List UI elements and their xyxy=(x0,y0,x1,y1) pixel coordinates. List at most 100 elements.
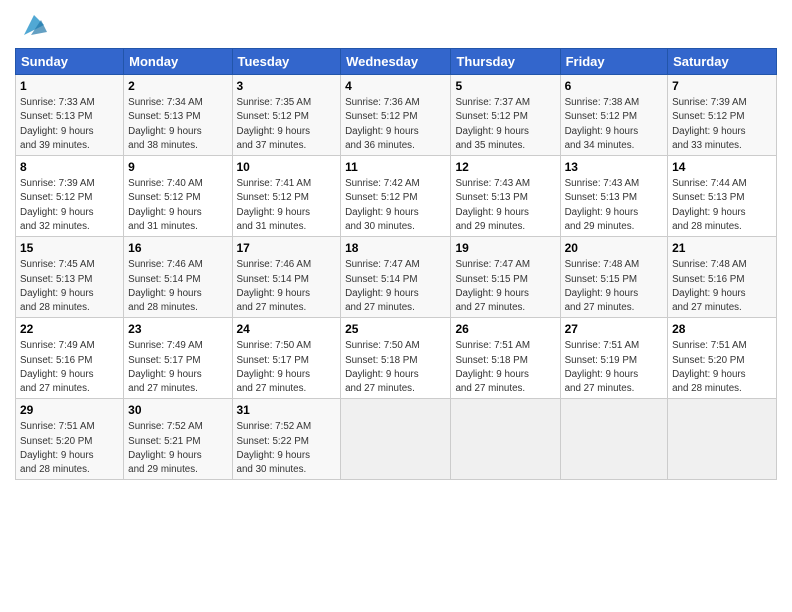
calendar-header-row: SundayMondayTuesdayWednesdayThursdayFrid… xyxy=(16,49,777,75)
day-info: Sunrise: 7:41 AMSunset: 5:12 PMDaylight:… xyxy=(237,178,312,232)
day-cell: 8 Sunrise: 7:39 AMSunset: 5:12 PMDayligh… xyxy=(16,156,124,237)
day-number: 30 xyxy=(128,402,227,418)
day-cell xyxy=(668,399,777,480)
day-number: 15 xyxy=(20,240,119,256)
day-info: Sunrise: 7:43 AMSunset: 5:13 PMDaylight:… xyxy=(455,178,530,232)
day-info: Sunrise: 7:44 AMSunset: 5:13 PMDaylight:… xyxy=(672,178,747,232)
day-number: 26 xyxy=(455,321,555,337)
day-info: Sunrise: 7:52 AMSunset: 5:21 PMDaylight:… xyxy=(128,421,203,475)
day-info: Sunrise: 7:47 AMSunset: 5:15 PMDaylight:… xyxy=(455,259,530,313)
day-number: 22 xyxy=(20,321,119,337)
day-number: 31 xyxy=(237,402,337,418)
day-cell: 9 Sunrise: 7:40 AMSunset: 5:12 PMDayligh… xyxy=(124,156,232,237)
day-number: 16 xyxy=(128,240,227,256)
week-row-2: 8 Sunrise: 7:39 AMSunset: 5:12 PMDayligh… xyxy=(16,156,777,237)
day-cell: 14 Sunrise: 7:44 AMSunset: 5:13 PMDaylig… xyxy=(668,156,777,237)
day-info: Sunrise: 7:34 AMSunset: 5:13 PMDaylight:… xyxy=(128,97,203,151)
calendar-body: 1 Sunrise: 7:33 AMSunset: 5:13 PMDayligh… xyxy=(16,75,777,480)
day-info: Sunrise: 7:36 AMSunset: 5:12 PMDaylight:… xyxy=(345,97,420,151)
day-info: Sunrise: 7:39 AMSunset: 5:12 PMDaylight:… xyxy=(20,178,95,232)
day-cell: 19 Sunrise: 7:47 AMSunset: 5:15 PMDaylig… xyxy=(451,237,560,318)
day-number: 11 xyxy=(345,159,446,175)
day-number: 14 xyxy=(672,159,772,175)
day-info: Sunrise: 7:38 AMSunset: 5:12 PMDaylight:… xyxy=(565,97,640,151)
day-cell: 3 Sunrise: 7:35 AMSunset: 5:12 PMDayligh… xyxy=(232,75,341,156)
day-cell: 12 Sunrise: 7:43 AMSunset: 5:13 PMDaylig… xyxy=(451,156,560,237)
day-info: Sunrise: 7:37 AMSunset: 5:12 PMDaylight:… xyxy=(455,97,530,151)
day-cell: 13 Sunrise: 7:43 AMSunset: 5:13 PMDaylig… xyxy=(560,156,667,237)
day-number: 17 xyxy=(237,240,337,256)
day-cell: 27 Sunrise: 7:51 AMSunset: 5:19 PMDaylig… xyxy=(560,318,667,399)
day-number: 20 xyxy=(565,240,663,256)
day-number: 7 xyxy=(672,78,772,94)
week-row-1: 1 Sunrise: 7:33 AMSunset: 5:13 PMDayligh… xyxy=(16,75,777,156)
day-cell: 23 Sunrise: 7:49 AMSunset: 5:17 PMDaylig… xyxy=(124,318,232,399)
day-cell: 20 Sunrise: 7:48 AMSunset: 5:15 PMDaylig… xyxy=(560,237,667,318)
day-cell: 2 Sunrise: 7:34 AMSunset: 5:13 PMDayligh… xyxy=(124,75,232,156)
day-cell: 16 Sunrise: 7:46 AMSunset: 5:14 PMDaylig… xyxy=(124,237,232,318)
day-number: 19 xyxy=(455,240,555,256)
day-info: Sunrise: 7:47 AMSunset: 5:14 PMDaylight:… xyxy=(345,259,420,313)
day-cell: 15 Sunrise: 7:45 AMSunset: 5:13 PMDaylig… xyxy=(16,237,124,318)
day-info: Sunrise: 7:51 AMSunset: 5:18 PMDaylight:… xyxy=(455,340,530,394)
day-cell: 21 Sunrise: 7:48 AMSunset: 5:16 PMDaylig… xyxy=(668,237,777,318)
day-cell: 1 Sunrise: 7:33 AMSunset: 5:13 PMDayligh… xyxy=(16,75,124,156)
day-number: 27 xyxy=(565,321,663,337)
col-header-sunday: Sunday xyxy=(16,49,124,75)
day-info: Sunrise: 7:46 AMSunset: 5:14 PMDaylight:… xyxy=(237,259,312,313)
day-number: 18 xyxy=(345,240,446,256)
day-number: 4 xyxy=(345,78,446,94)
day-cell: 17 Sunrise: 7:46 AMSunset: 5:14 PMDaylig… xyxy=(232,237,341,318)
col-header-friday: Friday xyxy=(560,49,667,75)
day-number: 28 xyxy=(672,321,772,337)
day-number: 2 xyxy=(128,78,227,94)
day-cell: 22 Sunrise: 7:49 AMSunset: 5:16 PMDaylig… xyxy=(16,318,124,399)
day-number: 8 xyxy=(20,159,119,175)
day-number: 6 xyxy=(565,78,663,94)
day-info: Sunrise: 7:39 AMSunset: 5:12 PMDaylight:… xyxy=(672,97,747,151)
col-header-tuesday: Tuesday xyxy=(232,49,341,75)
day-info: Sunrise: 7:48 AMSunset: 5:16 PMDaylight:… xyxy=(672,259,747,313)
day-info: Sunrise: 7:45 AMSunset: 5:13 PMDaylight:… xyxy=(20,259,95,313)
day-info: Sunrise: 7:35 AMSunset: 5:12 PMDaylight:… xyxy=(237,97,312,151)
day-info: Sunrise: 7:49 AMSunset: 5:16 PMDaylight:… xyxy=(20,340,95,394)
day-number: 12 xyxy=(455,159,555,175)
week-row-4: 22 Sunrise: 7:49 AMSunset: 5:16 PMDaylig… xyxy=(16,318,777,399)
day-cell: 29 Sunrise: 7:51 AMSunset: 5:20 PMDaylig… xyxy=(16,399,124,480)
day-cell xyxy=(341,399,451,480)
day-cell: 18 Sunrise: 7:47 AMSunset: 5:14 PMDaylig… xyxy=(341,237,451,318)
day-info: Sunrise: 7:52 AMSunset: 5:22 PMDaylight:… xyxy=(237,421,312,475)
week-row-5: 29 Sunrise: 7:51 AMSunset: 5:20 PMDaylig… xyxy=(16,399,777,480)
day-cell: 25 Sunrise: 7:50 AMSunset: 5:18 PMDaylig… xyxy=(341,318,451,399)
logo-icon xyxy=(19,10,49,40)
col-header-monday: Monday xyxy=(124,49,232,75)
day-number: 13 xyxy=(565,159,663,175)
day-cell: 11 Sunrise: 7:42 AMSunset: 5:12 PMDaylig… xyxy=(341,156,451,237)
day-info: Sunrise: 7:49 AMSunset: 5:17 PMDaylight:… xyxy=(128,340,203,394)
day-info: Sunrise: 7:46 AMSunset: 5:14 PMDaylight:… xyxy=(128,259,203,313)
week-row-3: 15 Sunrise: 7:45 AMSunset: 5:13 PMDaylig… xyxy=(16,237,777,318)
day-number: 25 xyxy=(345,321,446,337)
day-cell: 24 Sunrise: 7:50 AMSunset: 5:17 PMDaylig… xyxy=(232,318,341,399)
day-info: Sunrise: 7:40 AMSunset: 5:12 PMDaylight:… xyxy=(128,178,203,232)
col-header-wednesday: Wednesday xyxy=(341,49,451,75)
calendar-table: SundayMondayTuesdayWednesdayThursdayFrid… xyxy=(15,48,777,480)
day-cell: 30 Sunrise: 7:52 AMSunset: 5:21 PMDaylig… xyxy=(124,399,232,480)
day-info: Sunrise: 7:51 AMSunset: 5:20 PMDaylight:… xyxy=(20,421,95,475)
day-cell: 6 Sunrise: 7:38 AMSunset: 5:12 PMDayligh… xyxy=(560,75,667,156)
logo xyxy=(15,10,49,40)
day-number: 1 xyxy=(20,78,119,94)
col-header-saturday: Saturday xyxy=(668,49,777,75)
day-info: Sunrise: 7:43 AMSunset: 5:13 PMDaylight:… xyxy=(565,178,640,232)
header xyxy=(15,10,777,40)
day-cell: 26 Sunrise: 7:51 AMSunset: 5:18 PMDaylig… xyxy=(451,318,560,399)
day-number: 24 xyxy=(237,321,337,337)
col-header-thursday: Thursday xyxy=(451,49,560,75)
day-number: 5 xyxy=(455,78,555,94)
day-number: 29 xyxy=(20,402,119,418)
calendar-container: SundayMondayTuesdayWednesdayThursdayFrid… xyxy=(0,0,792,612)
day-cell xyxy=(560,399,667,480)
day-cell: 31 Sunrise: 7:52 AMSunset: 5:22 PMDaylig… xyxy=(232,399,341,480)
day-info: Sunrise: 7:50 AMSunset: 5:18 PMDaylight:… xyxy=(345,340,420,394)
day-info: Sunrise: 7:42 AMSunset: 5:12 PMDaylight:… xyxy=(345,178,420,232)
